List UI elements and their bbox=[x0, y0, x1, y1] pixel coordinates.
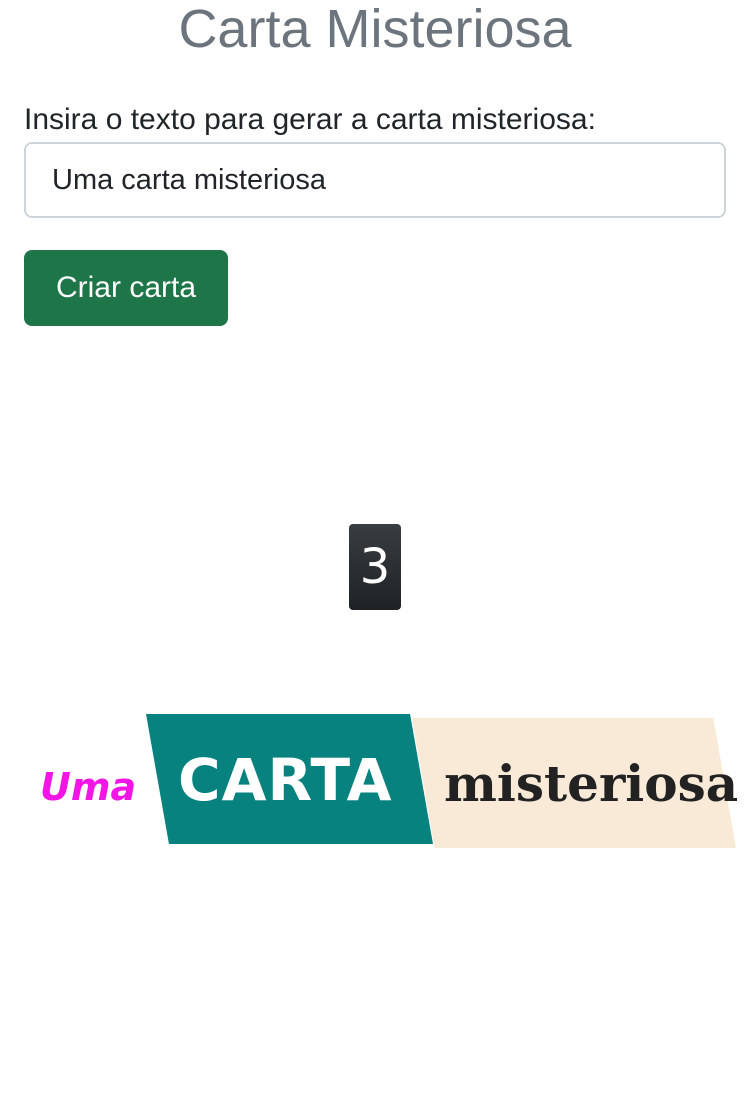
page-title: Carta Misteriosa bbox=[178, 0, 572, 59]
card-text-input[interactable] bbox=[24, 142, 726, 218]
create-card-button[interactable]: Criar carta bbox=[24, 250, 228, 326]
card-word-uma: Uma bbox=[40, 765, 137, 809]
input-label: Insira o texto para gerar a carta mister… bbox=[24, 103, 596, 136]
card-word-misteriosa: misteriosa bbox=[444, 754, 739, 813]
card-counter-badge: 3 bbox=[349, 524, 401, 610]
mystery-card: Uma CARTA misteriosa bbox=[0, 356, 750, 848]
card-word-carta: CARTA bbox=[178, 746, 393, 814]
